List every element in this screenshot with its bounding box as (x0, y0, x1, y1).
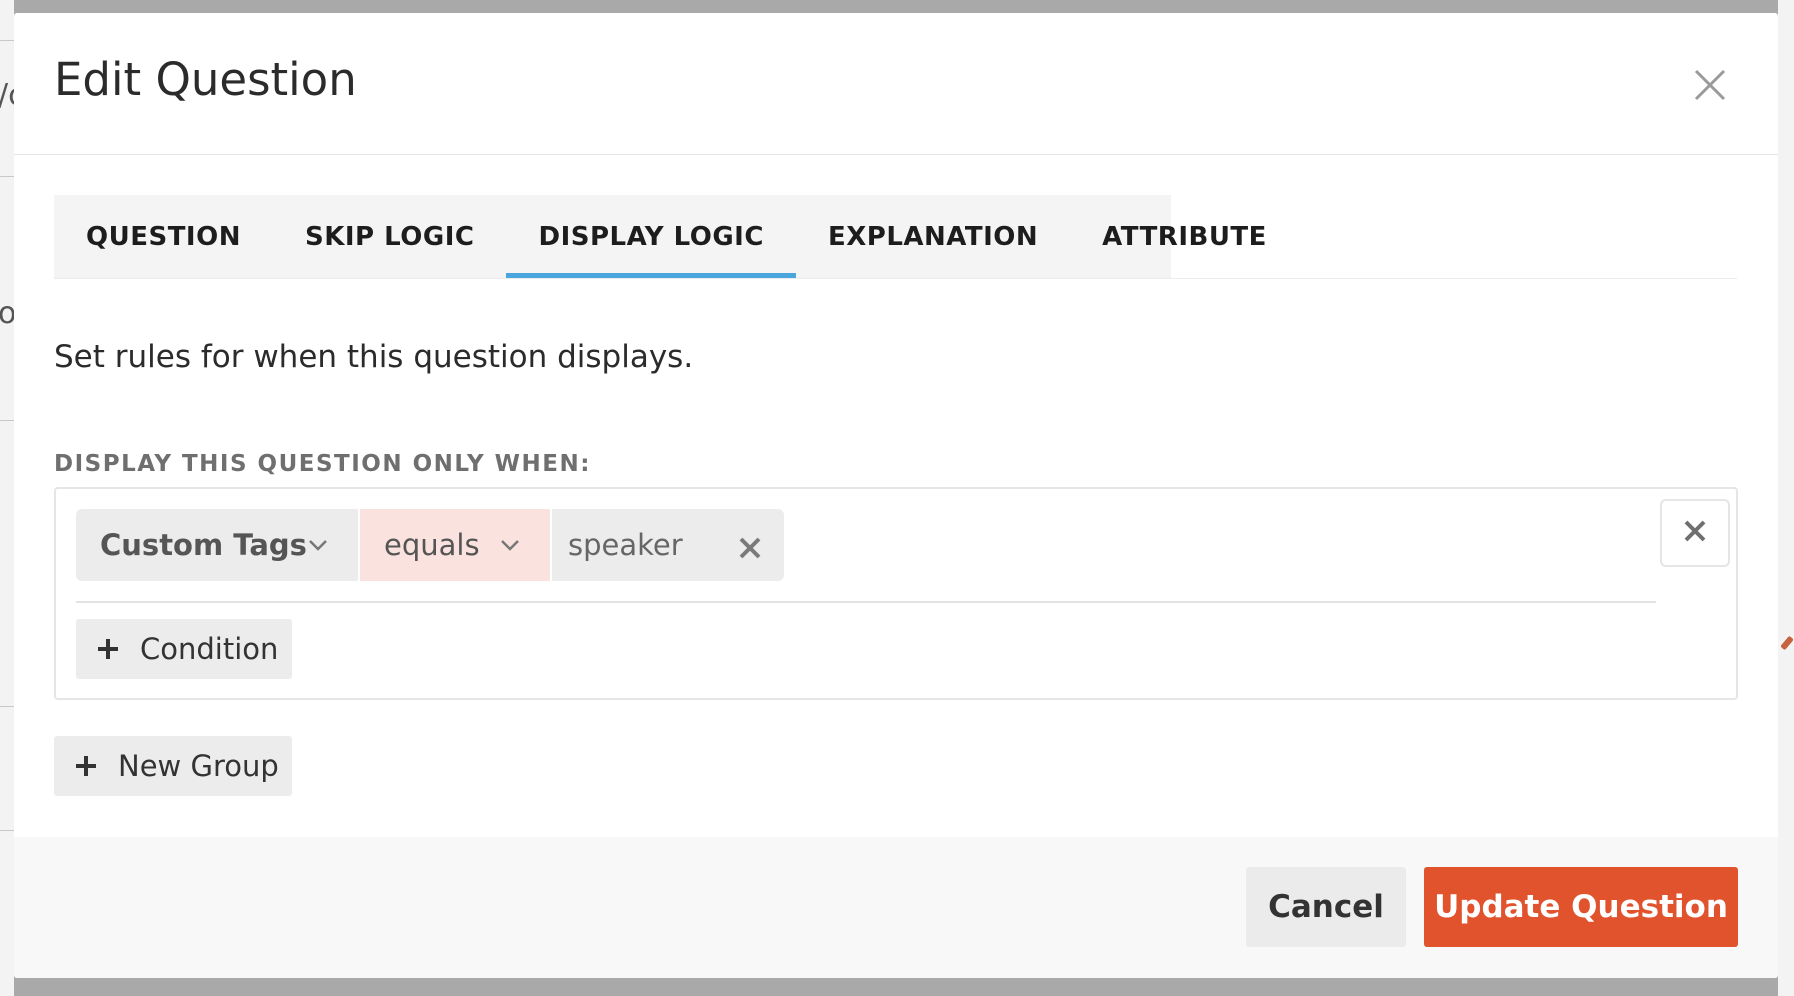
tab-explanation[interactable]: EXPLANATION (796, 195, 1070, 278)
section-label: DISPLAY THIS QUESTION ONLY WHEN: (54, 451, 591, 477)
value-tag-label: speaker (568, 528, 683, 562)
field-select[interactable]: Custom Tags (76, 509, 358, 581)
operator-select[interactable]: equals (360, 509, 550, 581)
edit-question-modal: Edit Question QUESTION SKIP LOGIC DISPLA… (14, 13, 1778, 978)
modal-footer: Cancel Update Question (14, 837, 1778, 978)
remove-group-button[interactable] (1660, 499, 1730, 567)
update-question-button[interactable]: Update Question (1424, 867, 1738, 947)
operator-select-value: equals (384, 528, 480, 562)
condition-row: Custom Tags equals speaker (76, 509, 784, 581)
cancel-button[interactable]: Cancel (1246, 867, 1406, 947)
value-tag[interactable]: speaker (552, 509, 784, 581)
new-group-label: New Group (118, 749, 279, 783)
divider (76, 601, 1656, 603)
chevron-down-icon (308, 539, 328, 551)
display-logic-intro: Set rules for when this question display… (54, 339, 694, 375)
remove-value-icon[interactable] (738, 533, 762, 559)
tab-display-logic[interactable]: DISPLAY LOGIC (506, 195, 797, 278)
background-page-right (1778, 0, 1794, 996)
close-icon[interactable] (1690, 65, 1730, 105)
background-page-left: /c o (0, 0, 25, 996)
tab-question[interactable]: QUESTION (54, 195, 273, 278)
tab-bar: QUESTION SKIP LOGIC DISPLAY LOGIC EXPLAN… (54, 195, 1737, 279)
condition-group: Custom Tags equals speaker Condition (54, 487, 1738, 700)
tab-attribute[interactable]: ATTRIBUTE (1070, 195, 1299, 278)
add-condition-button[interactable]: Condition (76, 619, 292, 679)
plus-icon (96, 637, 120, 661)
edit-icon (1780, 635, 1794, 651)
field-select-value: Custom Tags (100, 528, 307, 562)
modal-header: Edit Question (14, 13, 1778, 155)
plus-icon (74, 754, 98, 778)
new-group-button[interactable]: New Group (54, 736, 292, 796)
modal-title: Edit Question (54, 53, 357, 106)
add-condition-label: Condition (140, 632, 279, 666)
tab-skip-logic[interactable]: SKIP LOGIC (273, 195, 507, 278)
close-icon (1683, 519, 1707, 547)
chevron-down-icon (500, 539, 520, 551)
